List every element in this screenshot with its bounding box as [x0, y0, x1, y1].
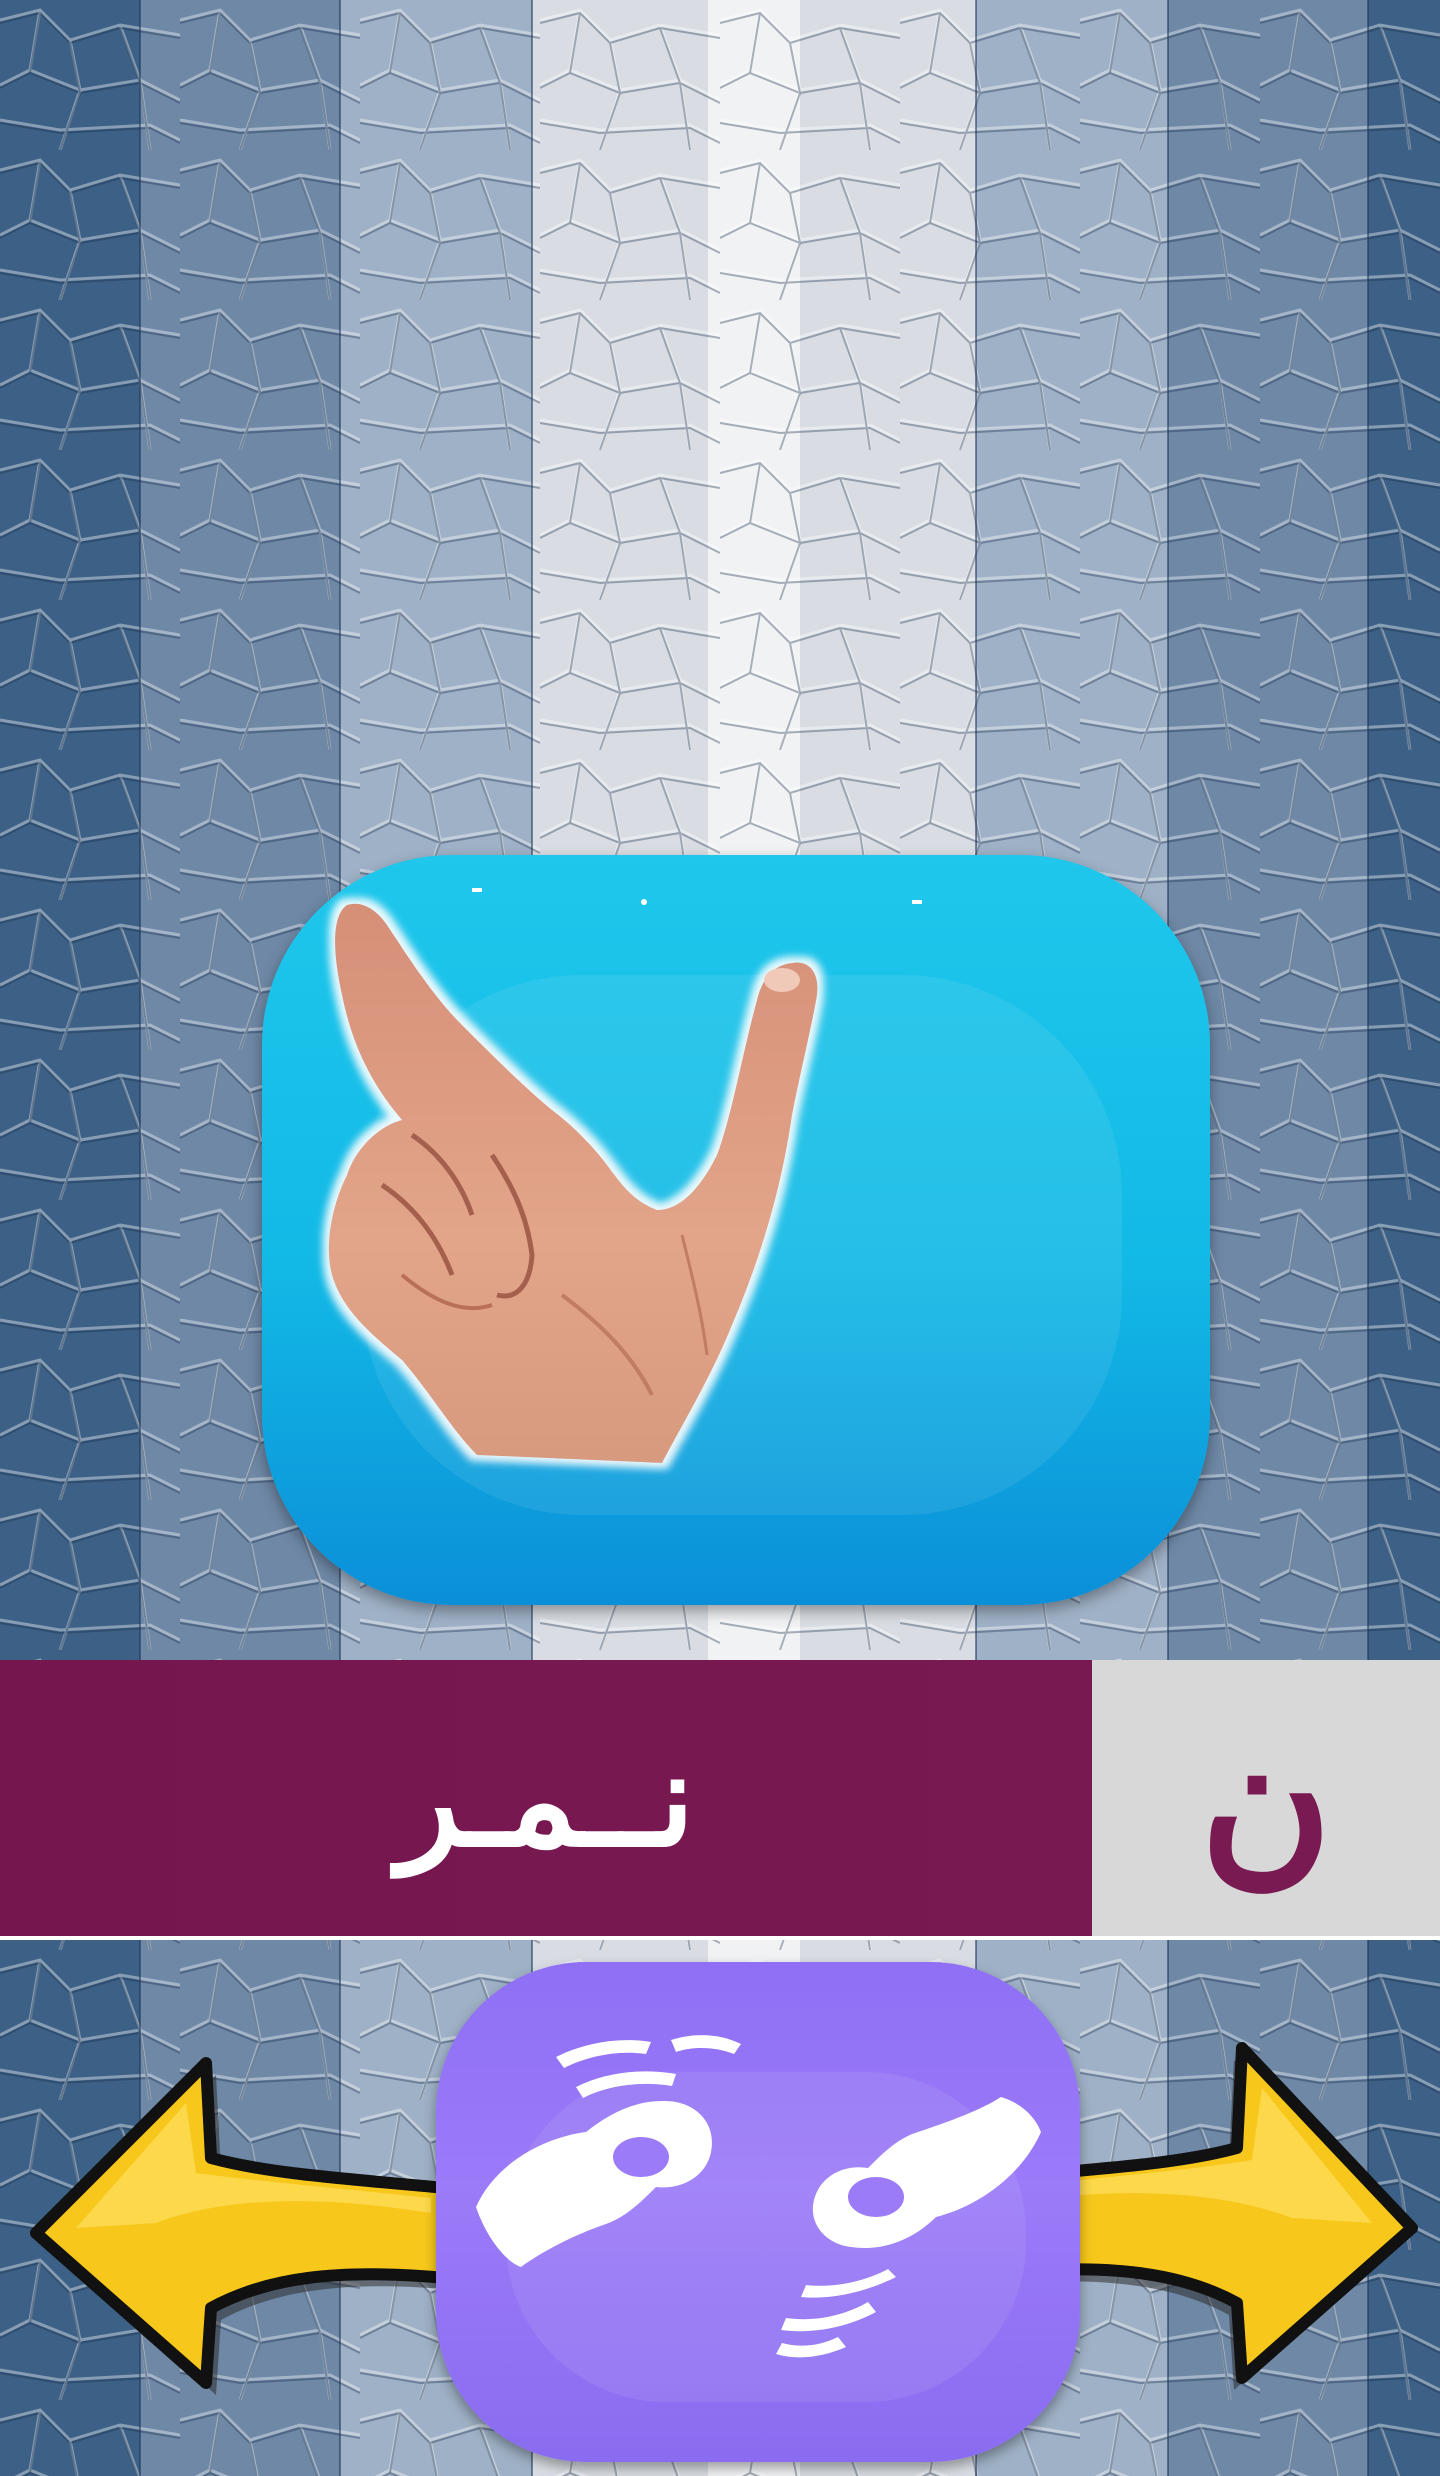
word-banner: نــمـر ن: [0, 1660, 1440, 1940]
letter-label: ن: [1092, 1660, 1440, 1940]
sign-language-button[interactable]: [436, 1962, 1080, 2462]
hand-sign-letter-noon-icon: [328, 888, 922, 1463]
word-label: نــمـر: [397, 1723, 695, 1876]
arrow-left-icon[interactable]: [28, 2055, 458, 2395]
sign-image-card: [262, 855, 1210, 1605]
sign-language-hands-icon: [476, 2035, 1041, 2358]
banner-divider: [0, 1936, 1440, 1940]
